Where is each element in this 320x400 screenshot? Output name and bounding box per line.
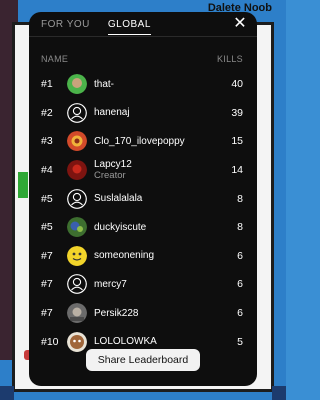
rank: #3	[41, 135, 53, 148]
leaderboard-row[interactable]: #7 Persik228 6	[29, 299, 257, 328]
player-name: LOLOLOWKA	[94, 336, 157, 348]
avatar	[67, 274, 87, 295]
column-name: NAME	[41, 54, 69, 64]
player-name: hanenaj	[94, 107, 130, 119]
rank: #10	[41, 335, 59, 348]
leaderboard-row[interactable]: #3 Clo_170_ilovepoppy 15	[29, 127, 257, 156]
rank: #4	[41, 164, 53, 177]
leaderboard-header: NAME KILLS	[41, 54, 243, 64]
avatar	[67, 188, 87, 209]
leaderboard-row[interactable]: #5 duckyiscute 8	[29, 213, 257, 242]
red-dark-face-icon	[67, 160, 87, 181]
leaderboard-row[interactable]: #4 Lapcy12 Creator 14	[29, 156, 257, 185]
grey-face-icon	[67, 303, 87, 324]
leaderboard-list: #1 that- 40 #2 hanenaj 39 #3 Clo_170_ilo…	[29, 70, 257, 356]
kill-count: 5	[237, 335, 243, 348]
avatar	[67, 331, 87, 352]
column-kills: KILLS	[216, 54, 243, 64]
kill-count: 39	[231, 106, 243, 119]
player-name: that-	[94, 78, 115, 90]
rank: #7	[41, 278, 53, 291]
brown-face-icon	[67, 331, 87, 352]
leaderboard-tabs: FOR YOU GLOBAL	[41, 18, 151, 42]
avatar	[67, 303, 87, 324]
tab-global[interactable]: GLOBAL	[107, 18, 151, 35]
player-name: Persik228	[94, 307, 139, 319]
green-blue-face-icon	[67, 217, 87, 238]
default-face-icon	[67, 274, 87, 295]
yellow-face-icon	[67, 245, 87, 266]
rank: #7	[41, 249, 53, 262]
player-name: Clo_170_ilovepoppy	[94, 135, 185, 147]
background-corner-left	[0, 386, 14, 400]
default-face-icon	[67, 102, 87, 123]
background-corner-right	[272, 386, 286, 400]
kill-count: 6	[237, 307, 243, 320]
leaderboard-panel: FOR YOU GLOBAL ✕ NAME KILLS #1 that- 40 …	[29, 12, 257, 386]
player-name: Lapcy12	[94, 158, 132, 170]
close-icon[interactable]: ✕	[233, 16, 247, 32]
avatar	[67, 217, 87, 238]
kill-count: 14	[231, 164, 243, 177]
avatar	[67, 102, 87, 123]
red-face-icon	[67, 131, 87, 152]
kill-count: 8	[237, 192, 243, 205]
rank: #1	[41, 78, 53, 91]
avatar	[67, 131, 87, 152]
default-face-icon	[67, 188, 87, 209]
kill-count: 6	[237, 278, 243, 291]
creator-badge: Creator	[94, 169, 126, 181]
avatar	[67, 74, 87, 95]
rank: #5	[41, 192, 53, 205]
kill-count: 8	[237, 221, 243, 234]
avatar	[67, 245, 87, 266]
leaderboard-row[interactable]: #5 Suslalalala 8	[29, 184, 257, 213]
leaderboard-row[interactable]: #7 someonening 6	[29, 242, 257, 271]
rank: #2	[41, 106, 53, 119]
background-green-block	[18, 172, 28, 198]
kill-count: 6	[237, 249, 243, 262]
avatar	[67, 160, 87, 181]
leaderboard-row[interactable]: #2 hanenaj 39	[29, 99, 257, 128]
kill-count: 15	[231, 135, 243, 148]
tab-for-you[interactable]: FOR YOU	[41, 18, 90, 42]
player-name: mercy7	[94, 278, 127, 290]
leaderboard-row[interactable]: #7 mercy7 6	[29, 270, 257, 299]
kill-count: 40	[231, 78, 243, 91]
leaderboard-row[interactable]: #1 that- 40	[29, 70, 257, 99]
player-name: someonening	[94, 250, 155, 262]
green-face-icon	[67, 74, 87, 95]
share-leaderboard-button[interactable]: Share Leaderboard	[86, 349, 200, 371]
rank: #5	[41, 221, 53, 234]
player-name: Suslalalala	[94, 193, 143, 205]
tabs-divider	[29, 36, 257, 37]
player-name: duckyiscute	[94, 221, 147, 233]
rank: #7	[41, 307, 53, 320]
